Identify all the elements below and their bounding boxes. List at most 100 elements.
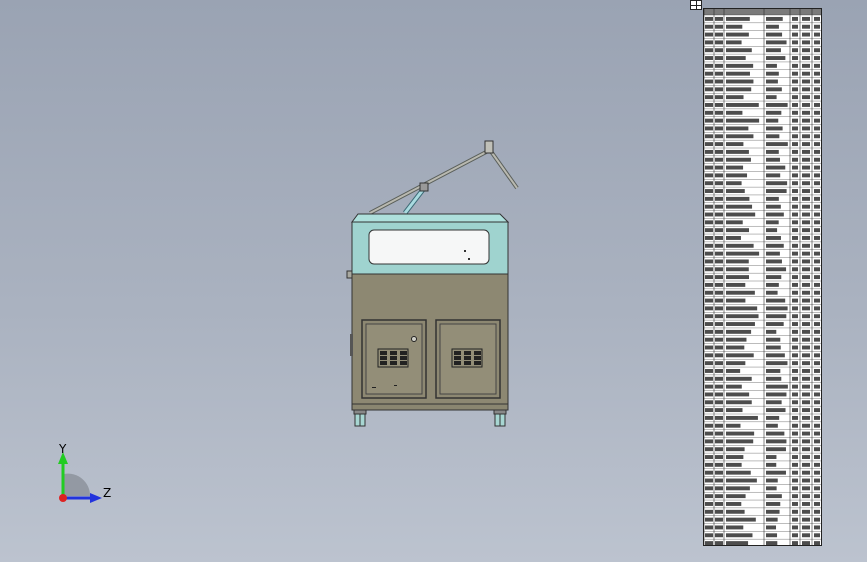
bom-cell-mark <box>766 478 778 483</box>
bom-cell-mark <box>715 447 723 452</box>
arm-assembly[interactable] <box>369 140 519 215</box>
bom-cell-mark <box>814 384 820 389</box>
bom-cell-mark <box>802 322 810 326</box>
bill-of-materials-table[interactable] <box>703 8 822 546</box>
bom-cell-mark <box>726 423 741 428</box>
bom-cell-mark <box>814 478 820 483</box>
bom-cell-mark <box>705 95 713 100</box>
bom-cell-mark <box>792 447 798 452</box>
bom-cell-mark <box>705 509 713 514</box>
bom-cell-mark <box>766 134 780 139</box>
bom-cell-mark <box>792 361 798 366</box>
bom-cell-mark <box>766 415 780 420</box>
bom-cell-mark <box>705 63 713 68</box>
bom-cell-mark <box>726 431 755 436</box>
bom-cell-mark <box>766 24 779 29</box>
bom-cell-mark <box>792 173 798 178</box>
bom-cell-mark <box>705 196 713 201</box>
bom-cell-mark <box>705 40 713 45</box>
bom-cell-mark <box>814 345 820 350</box>
bom-cell-mark <box>814 455 820 459</box>
bom-cell-mark <box>802 282 810 287</box>
bom-cell-mark <box>766 48 781 53</box>
bom-cell-mark <box>705 165 713 170</box>
bom-cell-mark <box>715 275 723 280</box>
bom-cell-mark <box>726 118 760 123</box>
bom-cell-mark <box>814 392 820 397</box>
bom-cell-mark <box>715 400 723 405</box>
bom-cell-mark <box>705 118 713 123</box>
bom-cell-mark <box>726 79 754 84</box>
bom-cell-mark <box>766 189 787 193</box>
bom-cell-mark <box>802 40 810 45</box>
bom-cell-mark <box>766 196 779 201</box>
bom-cell-mark <box>705 517 713 522</box>
bom-cell-mark <box>705 353 713 358</box>
bom-cell-mark <box>766 470 786 475</box>
bom-cell-mark <box>814 165 820 170</box>
bom-cell-mark <box>792 196 798 201</box>
bom-cell-mark <box>715 478 723 483</box>
bom-cell-mark <box>715 24 723 29</box>
bom-cell-mark <box>766 32 783 37</box>
bom-cell-mark <box>766 87 782 92</box>
bom-cell-mark <box>792 259 798 264</box>
bom-cell-mark <box>726 306 758 311</box>
bom-cell-mark <box>705 306 713 311</box>
bom-cell-mark <box>726 384 742 389</box>
bom-cell-mark <box>726 196 750 201</box>
bom-cell-mark <box>726 204 753 209</box>
bom-cell-mark <box>814 259 820 264</box>
bom-cell-mark <box>802 134 810 139</box>
table-anchor-icon[interactable] <box>690 0 702 10</box>
bom-cell-mark <box>802 431 810 436</box>
caster-right <box>493 409 507 427</box>
bom-cell-mark <box>814 134 820 139</box>
bom-cell-mark <box>802 56 810 60</box>
bom-cell-mark <box>766 204 781 209</box>
bom-cell-mark <box>715 71 723 76</box>
bom-cell-mark <box>715 376 723 381</box>
bom-cell-mark <box>726 541 749 545</box>
left-door[interactable] <box>361 319 427 399</box>
bom-cell-mark <box>814 95 820 100</box>
graphics-viewport[interactable]: Y Z <box>0 0 867 562</box>
bom-cell-mark <box>814 494 820 499</box>
bom-cell-mark <box>726 376 752 381</box>
bom-cell-mark <box>766 212 784 217</box>
bom-cell-mark <box>792 228 798 233</box>
bom-cell-mark <box>814 314 820 319</box>
lower-cabinet[interactable] <box>346 270 509 411</box>
bom-cell-mark <box>802 126 810 131</box>
bom-cell-mark <box>715 345 723 350</box>
bom-cell-mark <box>715 361 723 366</box>
right-door[interactable] <box>435 319 501 399</box>
bom-cell-mark <box>766 533 778 538</box>
bom-cell-mark <box>705 87 713 92</box>
bom-cell-mark <box>726 353 754 358</box>
bom-cell-mark <box>715 290 723 295</box>
bom-cell-mark <box>715 541 723 545</box>
bom-cell-mark <box>814 525 820 530</box>
bom-cell-mark <box>792 509 798 514</box>
bom-cell-mark <box>715 384 723 389</box>
bom-cell-mark <box>802 196 810 201</box>
bom-cell-mark <box>814 181 820 186</box>
bom-cell-mark <box>726 447 745 452</box>
display-window <box>368 229 490 265</box>
bom-cell-mark <box>705 439 713 444</box>
bom-cell-mark <box>726 314 759 319</box>
bom-cell-mark <box>792 165 798 170</box>
bom-cell-mark <box>814 502 820 506</box>
bom-cell-mark <box>792 439 798 444</box>
upper-housing[interactable] <box>351 213 510 275</box>
bom-cell-mark <box>715 236 723 240</box>
bom-cell-mark <box>814 423 820 428</box>
bom-cell-mark <box>792 110 798 115</box>
bom-cell-mark <box>792 40 798 45</box>
bom-cell-mark <box>802 415 810 420</box>
bom-cell-mark <box>802 220 810 225</box>
bom-cell-mark <box>766 306 788 311</box>
bom-cell-mark <box>705 486 713 491</box>
bom-cell-mark <box>726 126 749 131</box>
